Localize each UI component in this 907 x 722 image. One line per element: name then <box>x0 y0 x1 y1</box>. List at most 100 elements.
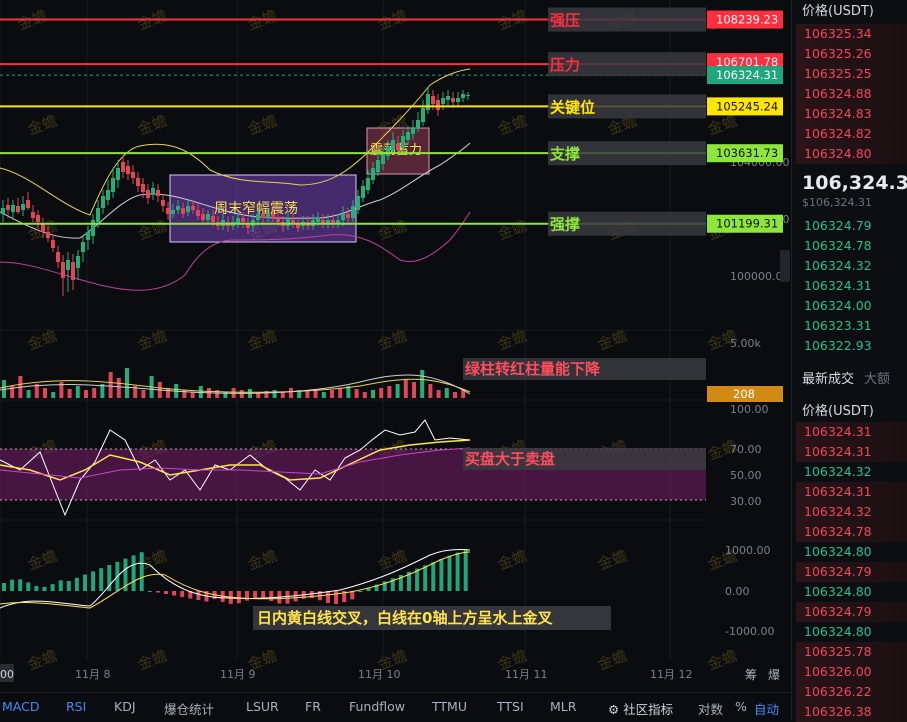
orderbook-ask-1[interactable]: 106325.26 <box>796 44 907 64</box>
price-chart[interactable]: 金蟾 金蟾 金蟾 金蟾 金蟾金蟾 金蟾 金蟾 金蟾 金蟾 金蟾 金蟾金蟾 金蟾 金蟾金蟾 金蟾 金蟾 金蟾 金蟾… <box>0 0 791 692</box>
trade-row-3[interactable]: 106324.31 <box>796 482 907 502</box>
toolbar-community-button[interactable]: ⚙ 社区指标 <box>608 699 673 718</box>
candle-body-68 <box>341 214 345 220</box>
candle-body-40 <box>201 214 205 220</box>
macd-hist-bar-22 <box>180 591 185 597</box>
candle-body-80 <box>401 136 405 148</box>
volume-bar-44 <box>362 392 367 398</box>
macd-hist-bar-21 <box>172 591 177 596</box>
macd-hist-bar-1 <box>10 579 15 591</box>
volume-bar-15 <box>125 368 129 398</box>
trades-tabs[interactable]: 最新成交 大额 <box>802 368 890 387</box>
trade-row-0[interactable]: 106324.31 <box>796 422 907 442</box>
candle-body-11 <box>56 252 60 262</box>
candle-body-42 <box>211 216 215 222</box>
macd-hist-bar-44 <box>358 591 363 592</box>
candle-body-78 <box>391 140 395 150</box>
toolbar-auto-button[interactable]: 自动 <box>754 699 779 718</box>
trade-row-8[interactable]: 106324.80 <box>796 582 907 602</box>
chip-btn: 筹 <box>745 668 757 682</box>
toolbar-tab-macd[interactable]: MACD <box>2 699 39 714</box>
x-axis-cursor-tag-text: 00 <box>0 668 14 681</box>
toolbar-tab-fundflow[interactable]: Fundflow <box>349 699 405 714</box>
candle-body-79 <box>396 144 400 150</box>
volume-bar-24 <box>198 386 203 398</box>
trade-row-2[interactable]: 106324.32 <box>796 462 907 482</box>
macd-hist-bar-41 <box>334 591 339 604</box>
macd-axis-label-2: -1000.00 <box>725 625 774 638</box>
panel-collapse-handle[interactable] <box>780 250 790 282</box>
trade-row-13[interactable]: 106326.22 <box>796 682 907 702</box>
macd-hist-bar-7 <box>58 580 63 591</box>
toolbar-tab-mlr[interactable]: MLR <box>550 699 576 714</box>
tab-large-trades[interactable]: 大额 <box>864 372 890 387</box>
candle-body-85 <box>426 94 430 110</box>
trade-row-6[interactable]: 106324.80 <box>796 542 907 562</box>
tab-latest-trades[interactable]: 最新成交 <box>802 372 854 387</box>
candle-body-55 <box>276 218 280 222</box>
candle-body-52 <box>261 214 265 218</box>
volume-bar-14 <box>116 378 121 398</box>
toolbar-tab-爆仓统计[interactable]: 爆仓统计 <box>164 699 214 718</box>
candle-body-83 <box>416 120 420 128</box>
orderbook-bid-1[interactable]: 106324.78 <box>796 236 907 256</box>
orderbook-ask-4[interactable]: 106324.83 <box>796 104 907 124</box>
orderbook-ask-5[interactable]: 106324.82 <box>796 124 907 144</box>
orderbook-ask-6[interactable]: 106324.80 <box>796 144 907 164</box>
level-price-tag-text-2: 106324.31 <box>716 68 778 82</box>
candle-body-86 <box>431 96 435 104</box>
candle-body-54 <box>271 214 275 218</box>
trade-row-1[interactable]: 106324.31 <box>796 442 907 462</box>
orderbook-bid-4[interactable]: 106324.00 <box>796 296 907 316</box>
trade-row-10[interactable]: 106324.80 <box>796 622 907 642</box>
trade-row-5[interactable]: 106324.78 <box>796 522 907 542</box>
trade-row-14[interactable]: 106326.38 <box>796 702 907 722</box>
volume-bar-51 <box>420 370 425 398</box>
macd-hist-bar-30 <box>245 591 249 601</box>
volume-bar-49 <box>403 380 408 398</box>
macd-hist-bar-17 <box>139 552 144 591</box>
toolbar-pct-button[interactable]: % <box>735 699 747 714</box>
candle-body-84 <box>421 108 425 122</box>
trade-row-11[interactable]: 106325.78 <box>796 642 907 662</box>
candle-body-4 <box>21 204 25 210</box>
macd-axis-label-1: 0.00 <box>725 585 750 598</box>
macd-hist-bar-0 <box>2 583 6 591</box>
orderbook-bid-0[interactable]: 106324.79 <box>796 216 907 236</box>
x-axis-tick-5: 11月 12 <box>650 668 693 681</box>
orderbook-bid-5[interactable]: 106323.31 <box>796 316 907 336</box>
macd-hist-bar-4 <box>34 586 39 591</box>
level-label-5: 强撑 <box>550 216 580 234</box>
trade-row-12[interactable]: 106326.00 <box>796 662 907 682</box>
candle-body-63 <box>316 218 320 222</box>
orderbook-ask-2[interactable]: 106325.25 <box>796 64 907 84</box>
toolbar-tab-lsur[interactable]: LSUR <box>246 699 279 714</box>
toolbar-tab-fr[interactable]: FR <box>305 699 321 714</box>
orderbook-bid-6[interactable]: 106322.93 <box>796 336 907 356</box>
volume-axis-label: 5.00k <box>730 337 761 350</box>
macd-hist-bar-31 <box>253 591 258 599</box>
toolbar-tab-ttmu[interactable]: TTMU <box>432 699 467 714</box>
candle-body-74 <box>371 168 375 180</box>
volume-bar-48 <box>395 384 400 398</box>
candle-body-7 <box>36 215 40 222</box>
toolbar-tab-rsi[interactable]: RSI <box>66 699 86 714</box>
toolbar-tab-ttsi[interactable]: TTSI <box>497 699 524 714</box>
candle-body-36 <box>181 208 185 214</box>
macd-hist-bar-16 <box>131 555 136 591</box>
orderbook-ask-0[interactable]: 106325.34 <box>796 24 907 44</box>
macd-hist-bar-29 <box>236 591 241 604</box>
candle-body-5 <box>26 200 30 208</box>
trade-row-9[interactable]: 106324.79 <box>796 602 907 622</box>
toolbar-log-button[interactable]: 对数 <box>698 699 723 718</box>
trade-row-4[interactable]: 106324.32 <box>796 502 907 522</box>
last-price-usd: $106,324.31 <box>802 196 872 209</box>
trade-row-7[interactable]: 106324.79 <box>796 562 907 582</box>
candle-body-38 <box>191 206 195 210</box>
orderbook-ask-3[interactable]: 106324.88 <box>796 84 907 104</box>
candle-body-17 <box>86 232 90 240</box>
toolbar-tab-kdj[interactable]: KDJ <box>114 699 136 714</box>
orderbook-bid-3[interactable]: 106324.31 <box>796 276 907 296</box>
orderbook-bid-2[interactable]: 106324.32 <box>796 256 907 276</box>
macd-hist-bar-2 <box>18 579 23 591</box>
